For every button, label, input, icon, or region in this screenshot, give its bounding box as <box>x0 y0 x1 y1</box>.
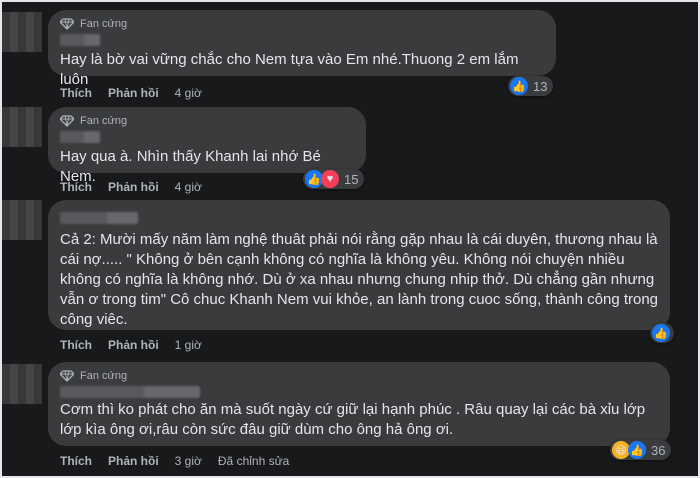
comment-text: Hay là bờ vai vững chắc cho Nem tựa vào … <box>60 51 519 88</box>
comment-bubble: Cả 2: Mười mấy năm làm nghệ thuât phải n… <box>48 200 670 330</box>
timestamp[interactable]: 4 giờ <box>175 180 202 194</box>
badge-row: Fan cứng <box>60 368 658 384</box>
like-link[interactable]: Thích <box>60 338 92 352</box>
edited-label[interactable]: Đã chỉnh sửa <box>218 454 289 468</box>
reaction-count: 36 <box>651 442 666 458</box>
reply-link[interactable]: Phản hồi <box>108 454 159 468</box>
timestamp[interactable]: 1 giờ <box>175 338 202 352</box>
reactions-summary[interactable]: 👍 <box>650 323 674 343</box>
reply-link[interactable]: Phản hồi <box>108 86 159 100</box>
thumbs-up-icon: 👍 <box>628 441 646 459</box>
avatar[interactable] <box>2 12 42 52</box>
timestamp[interactable]: 4 giờ <box>175 86 202 100</box>
reactions-summary[interactable]: 👍 13 <box>508 76 554 96</box>
comment-actions: Thích Phản hồi 4 giờ <box>60 86 202 100</box>
like-link[interactable]: Thích <box>60 454 92 468</box>
thumbs-up-icon: 👍 <box>652 324 670 342</box>
avatar[interactable] <box>2 364 42 404</box>
badge-row: Fan cứng <box>60 113 354 129</box>
diamond-badge-icon <box>60 370 74 382</box>
comment-actions: Thích Phản hồi 3 giờ Đã chỉnh sửa <box>60 454 289 468</box>
reply-link[interactable]: Phản hồi <box>108 180 159 194</box>
reaction-count: 15 <box>344 171 359 187</box>
thumbs-up-icon: 👍 <box>510 77 528 95</box>
reactions-summary[interactable]: 👍 ♥ 15 <box>303 169 365 189</box>
reactions-summary[interactable]: 😆 👍 36 <box>610 440 672 460</box>
avatar[interactable] <box>2 107 42 147</box>
reaction-count: 13 <box>533 78 548 94</box>
author-name[interactable] <box>60 34 100 46</box>
comment-actions: Thích Phản hồi 4 giờ <box>60 180 202 194</box>
comment-text: Cơm thì ko phát cho ăn mà suốt ngày cứ g… <box>60 401 646 438</box>
comment-bubble: Fan cứng Hay là bờ vai vững chắc cho Nem… <box>48 10 556 88</box>
reply-link[interactable]: Phản hồi <box>108 338 159 352</box>
badge-label: Fan cứng <box>80 370 128 382</box>
like-link[interactable]: Thích <box>60 86 92 100</box>
badge-row: Fan cứng <box>60 16 544 32</box>
comment-bubble: Fan cứng Hay qua à. Nhìn thấy Khanh lai … <box>48 107 366 185</box>
comment-text: Cả 2: Mười mấy năm làm nghệ thuât phải n… <box>60 231 659 328</box>
heart-icon: ♥ <box>321 170 339 188</box>
diamond-badge-icon <box>60 18 74 30</box>
diamond-badge-icon <box>60 115 74 127</box>
comment-bubble: Fan cứng Cơm thì ko phát cho ăn mà suốt … <box>48 362 670 446</box>
badge-label: Fan cứng <box>80 18 128 30</box>
author-name[interactable] <box>60 131 100 143</box>
timestamp[interactable]: 3 giờ <box>175 454 202 468</box>
like-link[interactable]: Thích <box>60 180 92 194</box>
author-name[interactable] <box>60 212 138 224</box>
avatar[interactable] <box>2 200 42 240</box>
badge-label: Fan cứng <box>80 115 128 127</box>
comment-actions: Thích Phản hồi 1 giờ <box>60 338 202 352</box>
author-name[interactable] <box>60 386 200 398</box>
